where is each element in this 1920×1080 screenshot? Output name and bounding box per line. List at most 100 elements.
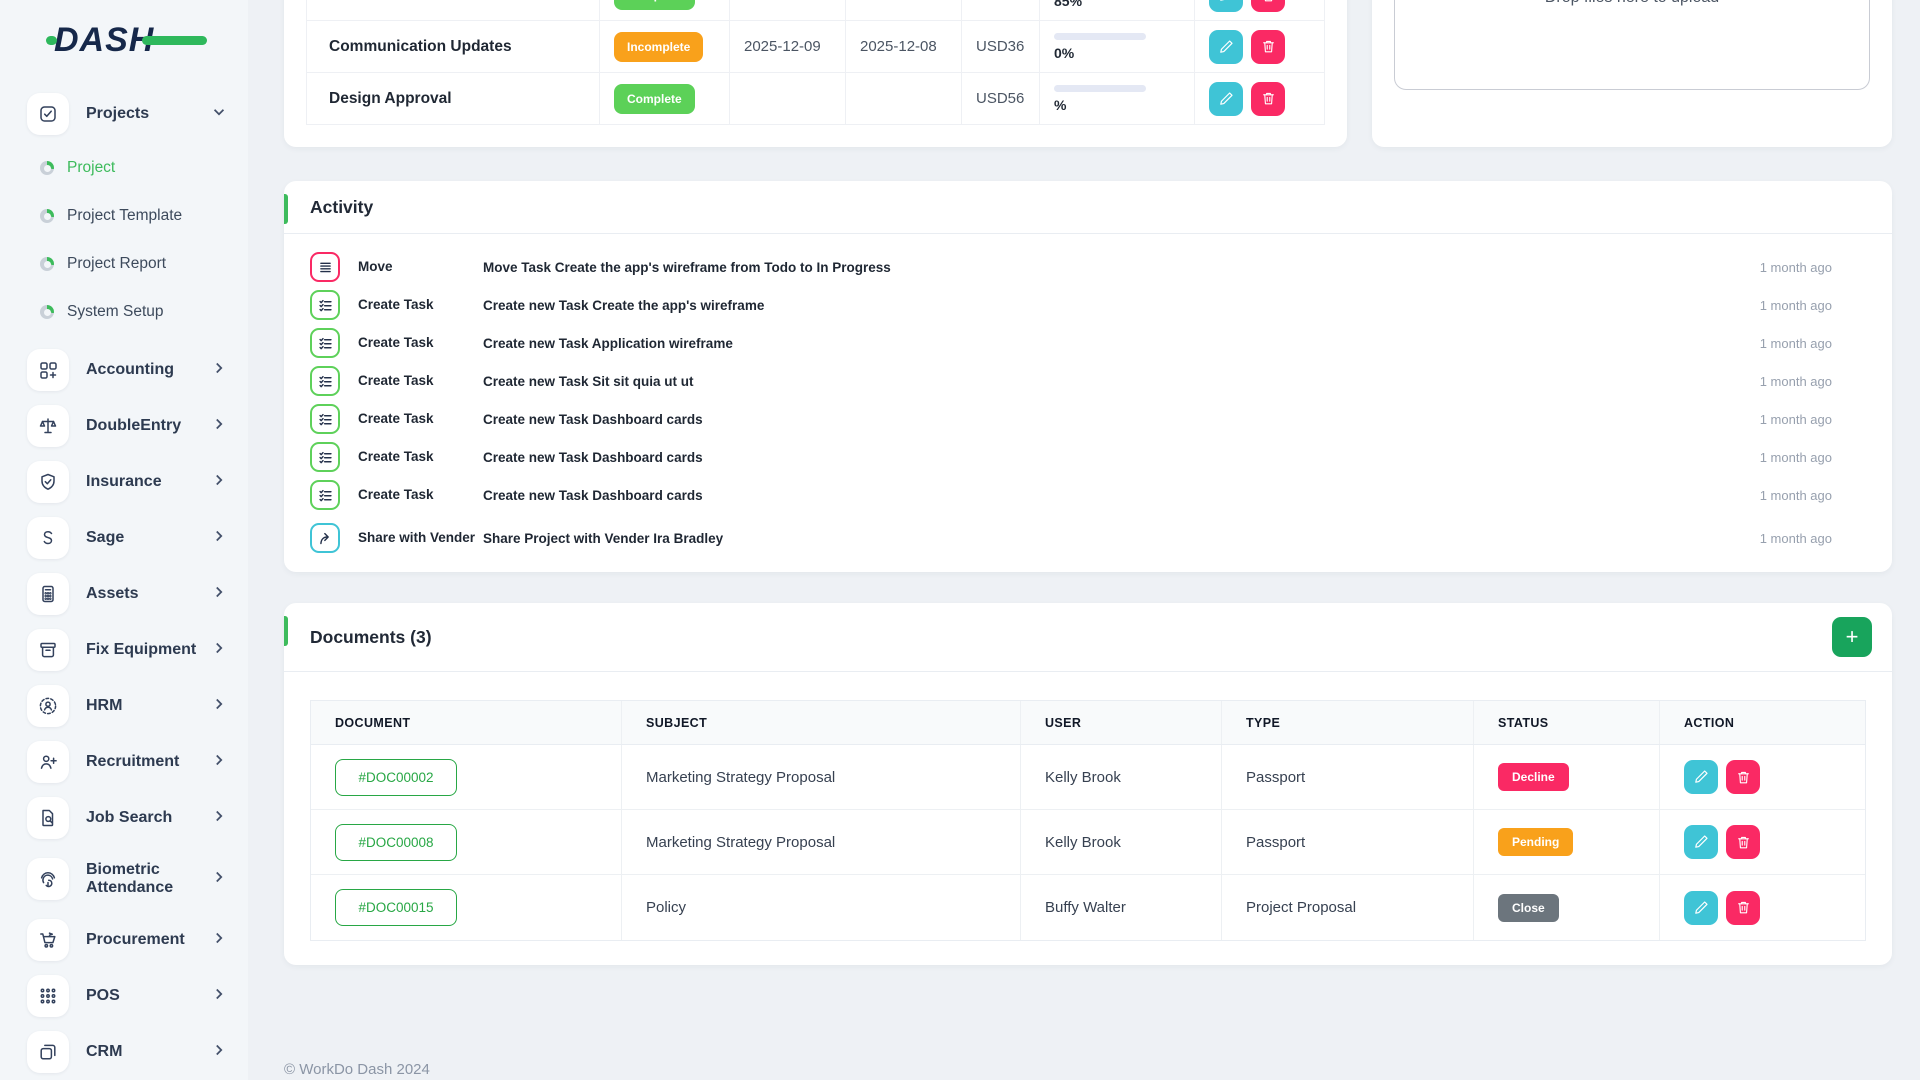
documents-table: DOCUMENT SUBJECT USER TYPE STATUS ACTION… xyxy=(310,700,1866,941)
activity-type: Create Task xyxy=(358,373,483,390)
document-user: Kelly Brook xyxy=(1021,810,1222,874)
sidebar-subitem-project-template[interactable]: Project Template xyxy=(0,192,248,240)
activity-header: Activity xyxy=(284,181,1892,234)
file-dropzone[interactable]: Drop files here to upload xyxy=(1394,0,1870,90)
sidebar-item-procurement[interactable]: Procurement xyxy=(0,912,248,968)
sidebar-item-fix-equipment[interactable]: Fix Equipment xyxy=(0,622,248,678)
activity-description: Create new Task Dashboard cards xyxy=(483,412,1756,427)
activity-row: Create Task Create new Task Dashboard ca… xyxy=(310,438,1866,476)
document-type: Passport xyxy=(1222,745,1474,809)
task-cost-cell xyxy=(962,0,1040,20)
main-content: Complete 85% Communication Update xyxy=(248,0,1920,1080)
document-row: #DOC00002 Marketing Strategy Proposal Ke… xyxy=(311,745,1865,810)
delete-document-button[interactable] xyxy=(1726,825,1760,859)
sidebar-subitem-system-setup[interactable]: System Setup xyxy=(0,288,248,336)
add-document-button[interactable]: + xyxy=(1832,617,1872,657)
sidebar-item-label: Job Search xyxy=(86,809,211,827)
sidebar-subitem-project[interactable]: Project xyxy=(0,144,248,192)
activity-row: Share with Vender Share Project with Ven… xyxy=(310,514,1866,562)
sidebar-item-doubleentry[interactable]: DoubleEntry xyxy=(0,398,248,454)
sidebar-item-insurance[interactable]: Insurance xyxy=(0,454,248,510)
document-user: Kelly Brook xyxy=(1021,745,1222,809)
delete-task-button[interactable] xyxy=(1251,0,1285,12)
app-logo[interactable]: DASH xyxy=(54,22,248,58)
documents-body: DOCUMENT SUBJECT USER TYPE STATUS ACTION… xyxy=(284,672,1892,965)
sidebar-item-biometric-attendance[interactable]: Biometric Attendance xyxy=(0,846,248,912)
task-action-cell xyxy=(1195,73,1323,124)
sidebar-item-pos[interactable]: POS xyxy=(0,968,248,1024)
document-id-button[interactable]: #DOC00002 xyxy=(335,759,457,796)
progress-value: % xyxy=(1054,97,1146,113)
activity-row: Create Task Create new Task Dashboard ca… xyxy=(310,476,1866,514)
activity-card: Activity Move Move Task Create the app's… xyxy=(284,181,1892,572)
task-list-icon xyxy=(310,290,340,320)
sidebar-item-sage[interactable]: Sage xyxy=(0,510,248,566)
sidebar-subitem-project-report[interactable]: Project Report xyxy=(0,240,248,288)
activity-time: 1 month ago xyxy=(1756,488,1866,503)
document-id-button[interactable]: #DOC00008 xyxy=(335,824,457,861)
edit-task-button[interactable] xyxy=(1209,30,1243,64)
activity-type: Share with Vender xyxy=(358,530,483,547)
edit-document-button[interactable] xyxy=(1684,825,1718,859)
activity-description: Create new Task Sit sit quia ut ut xyxy=(483,374,1756,389)
top-cards-row: Complete 85% Communication Update xyxy=(284,0,1892,147)
activity-description: Create new Task Create the app's wirefra… xyxy=(483,298,1756,313)
delete-document-button[interactable] xyxy=(1726,891,1760,925)
sidebar-item-accounting[interactable]: Accounting xyxy=(0,342,248,398)
edit-document-button[interactable] xyxy=(1684,760,1718,794)
upload-card: Drop files here to upload xyxy=(1372,0,1892,147)
sage-s-icon xyxy=(27,517,69,559)
chevron-right-icon xyxy=(211,528,227,549)
delete-task-button[interactable] xyxy=(1251,82,1285,116)
document-subject: Marketing Strategy Proposal xyxy=(622,745,1021,809)
tasks-card: Complete 85% Communication Update xyxy=(284,0,1347,147)
chevron-right-icon xyxy=(211,930,227,951)
donut-icon xyxy=(40,257,54,271)
balance-scale-icon xyxy=(27,405,69,447)
chevron-right-icon xyxy=(211,360,227,381)
activity-time: 1 month ago xyxy=(1756,336,1866,351)
sidebar-item-label: Biometric Attendance xyxy=(86,861,211,898)
delete-task-button[interactable] xyxy=(1251,30,1285,64)
activity-type: Create Task xyxy=(358,487,483,504)
activity-list: Move Move Task Create the app's wirefram… xyxy=(284,234,1892,572)
sidebar-item-projects[interactable]: Projects xyxy=(0,86,248,142)
sidebar-item-recruitment[interactable]: Recruitment xyxy=(0,734,248,790)
activity-row: Create Task Create new Task Create the a… xyxy=(310,286,1866,324)
sidebar-item-label: Insurance xyxy=(86,473,211,491)
document-status-cell: Close xyxy=(1474,875,1660,940)
document-status-cell: Decline xyxy=(1474,745,1660,809)
chevron-right-icon xyxy=(211,752,227,773)
tasks-table: Complete 85% Communication Update xyxy=(306,0,1325,125)
move-icon xyxy=(310,252,340,282)
subitem-label: Project Template xyxy=(67,207,182,225)
chevron-right-icon xyxy=(211,416,227,437)
sidebar-item-label: Sage xyxy=(86,529,211,547)
task-cost: USD36 xyxy=(962,21,1040,72)
dropzone-label: Drop files here to upload xyxy=(1395,0,1869,7)
edit-document-button[interactable] xyxy=(1684,891,1718,925)
edit-task-button[interactable] xyxy=(1209,82,1243,116)
sidebar-item-hrm[interactable]: HRM xyxy=(0,678,248,734)
activity-type: Create Task xyxy=(358,335,483,352)
activity-type: Create Task xyxy=(358,411,483,428)
sidebar-item-job-search[interactable]: Job Search xyxy=(0,790,248,846)
col-document: DOCUMENT xyxy=(311,701,622,744)
archive-box-icon xyxy=(27,629,69,671)
document-id-cell: #DOC00002 xyxy=(311,745,622,809)
status-badge: Pending xyxy=(1498,828,1573,856)
document-status-cell: Pending xyxy=(1474,810,1660,874)
sidebar-item-label: CRM xyxy=(86,1043,211,1061)
sidebar-item-crm[interactable]: CRM xyxy=(0,1024,248,1080)
delete-document-button[interactable] xyxy=(1726,760,1760,794)
document-type: Project Proposal xyxy=(1222,875,1474,940)
fingerprint-icon xyxy=(27,858,69,900)
document-id-button[interactable]: #DOC00015 xyxy=(335,889,457,926)
activity-type: Create Task xyxy=(358,297,483,314)
sidebar-item-assets[interactable]: Assets xyxy=(0,566,248,622)
edit-task-button[interactable] xyxy=(1209,0,1243,12)
share-icon xyxy=(310,523,340,553)
task-list-icon xyxy=(310,442,340,472)
sidebar-item-label: Procurement xyxy=(86,931,211,949)
document-action-cell xyxy=(1660,745,1864,809)
